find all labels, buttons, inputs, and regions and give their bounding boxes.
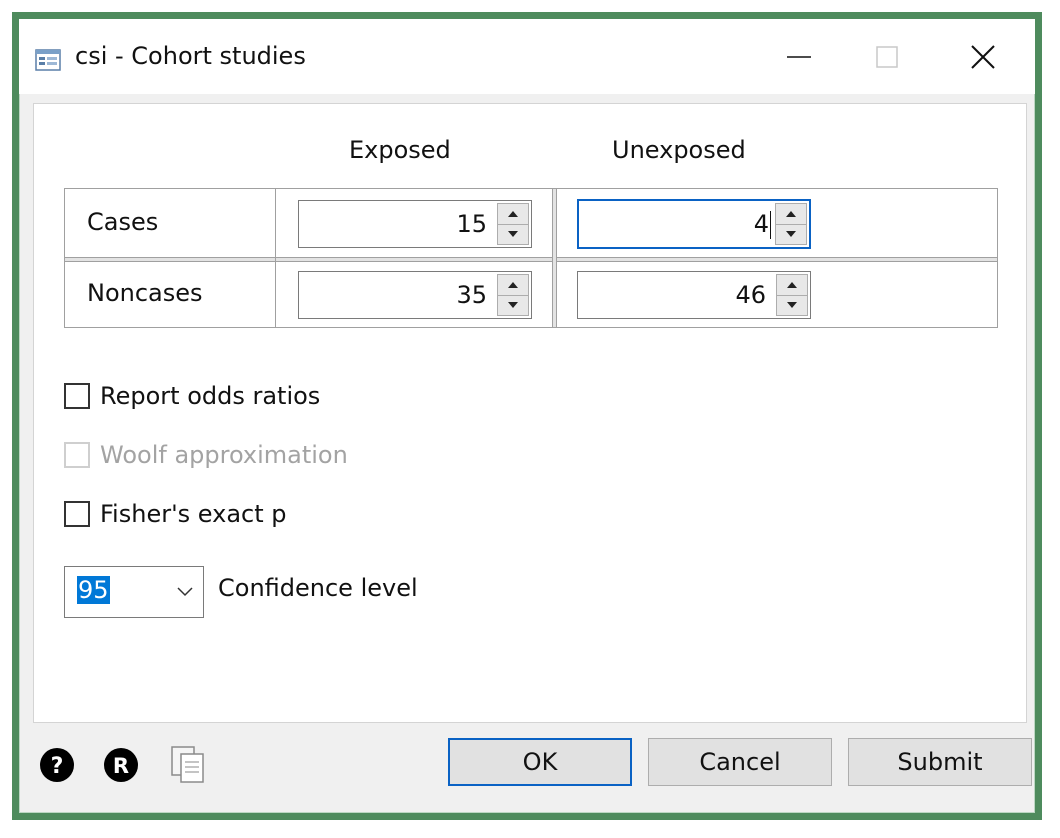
confidence-level-value[interactable]: 95 (77, 576, 110, 604)
close-button[interactable] (933, 19, 1033, 94)
row-label-noncases: Noncases (87, 279, 203, 307)
svg-text:?: ? (51, 754, 64, 779)
noncases-unexposed-value[interactable]: 46 (578, 281, 776, 309)
fishers-exact-label: Fisher's exact p (100, 500, 287, 528)
help-icon[interactable]: ? (39, 747, 75, 783)
spin-up-button[interactable] (498, 204, 528, 225)
arrow-down-icon (508, 231, 518, 238)
close-icon (971, 44, 995, 69)
spinner-arrows (776, 274, 808, 316)
fishers-exact-option[interactable]: Fisher's exact p (64, 500, 287, 528)
dialog-window: csi - Cohort studies Exposed Unexposed C… (12, 12, 1042, 820)
minimize-icon (787, 55, 811, 58)
spinner-arrows (775, 203, 807, 245)
main-panel: Exposed Unexposed Cases Noncases 15 4 35… (33, 103, 1027, 723)
window-title: csi - Cohort studies (75, 42, 306, 70)
title-bar[interactable]: csi - Cohort studies (19, 19, 1035, 94)
spin-up-button[interactable] (777, 275, 807, 296)
submit-button[interactable]: Submit (848, 738, 1032, 786)
cancel-button[interactable]: Cancel (648, 738, 832, 786)
woolf-approximation-checkbox (64, 442, 90, 468)
cohort-table: Cases Noncases 15 4 35 46 (64, 188, 998, 328)
cases-exposed-spinner[interactable]: 15 (298, 200, 532, 248)
column-divider (552, 189, 557, 327)
spin-down-button[interactable] (777, 295, 807, 315)
confidence-level-combo[interactable]: 95 (64, 566, 204, 618)
chevron-down-icon (177, 587, 193, 597)
report-odds-ratios-checkbox[interactable] (64, 383, 90, 409)
spin-up-button[interactable] (776, 204, 806, 225)
fishers-exact-checkbox[interactable] (64, 501, 90, 527)
spin-down-button[interactable] (776, 224, 806, 244)
report-odds-ratios-option[interactable]: Report odds ratios (64, 382, 320, 410)
arrow-down-icon (787, 302, 797, 309)
arrow-down-icon (786, 231, 796, 238)
row-label-cases: Cases (87, 208, 159, 236)
confidence-level-label: Confidence level (218, 574, 418, 602)
arrow-up-icon (508, 210, 518, 217)
dialog-window-icon (35, 49, 61, 71)
arrow-up-icon (787, 281, 797, 288)
noncases-unexposed-spinner[interactable]: 46 (577, 271, 811, 319)
spinner-arrows (497, 274, 529, 316)
svg-text:R: R (113, 754, 129, 778)
woolf-approximation-option: Woolf approximation (64, 441, 348, 469)
cases-exposed-value[interactable]: 15 (299, 210, 497, 238)
arrow-up-icon (786, 210, 796, 217)
woolf-approximation-label: Woolf approximation (100, 441, 348, 469)
noncases-exposed-value[interactable]: 35 (299, 281, 497, 309)
column-divider (275, 189, 276, 327)
report-odds-ratios-label: Report odds ratios (100, 382, 321, 410)
maximize-button[interactable] (837, 19, 937, 94)
spin-down-button[interactable] (498, 295, 528, 315)
minimize-button[interactable] (749, 19, 849, 94)
spin-down-button[interactable] (498, 224, 528, 244)
copy-icon[interactable] (169, 744, 209, 784)
column-header-unexposed: Unexposed (612, 136, 746, 164)
text-cursor (770, 211, 771, 239)
spin-up-button[interactable] (498, 275, 528, 296)
ok-button[interactable]: OK (448, 738, 632, 786)
spinner-arrows (497, 203, 529, 245)
arrow-up-icon (508, 281, 518, 288)
column-header-exposed: Exposed (349, 136, 451, 164)
cases-unexposed-value[interactable]: 4 (579, 210, 775, 238)
maximize-icon (876, 45, 898, 68)
arrow-down-icon (508, 302, 518, 309)
row-divider (65, 257, 997, 262)
noncases-exposed-spinner[interactable]: 35 (298, 271, 532, 319)
cases-unexposed-spinner[interactable]: 4 (577, 199, 811, 249)
r-icon[interactable]: R (103, 747, 139, 783)
